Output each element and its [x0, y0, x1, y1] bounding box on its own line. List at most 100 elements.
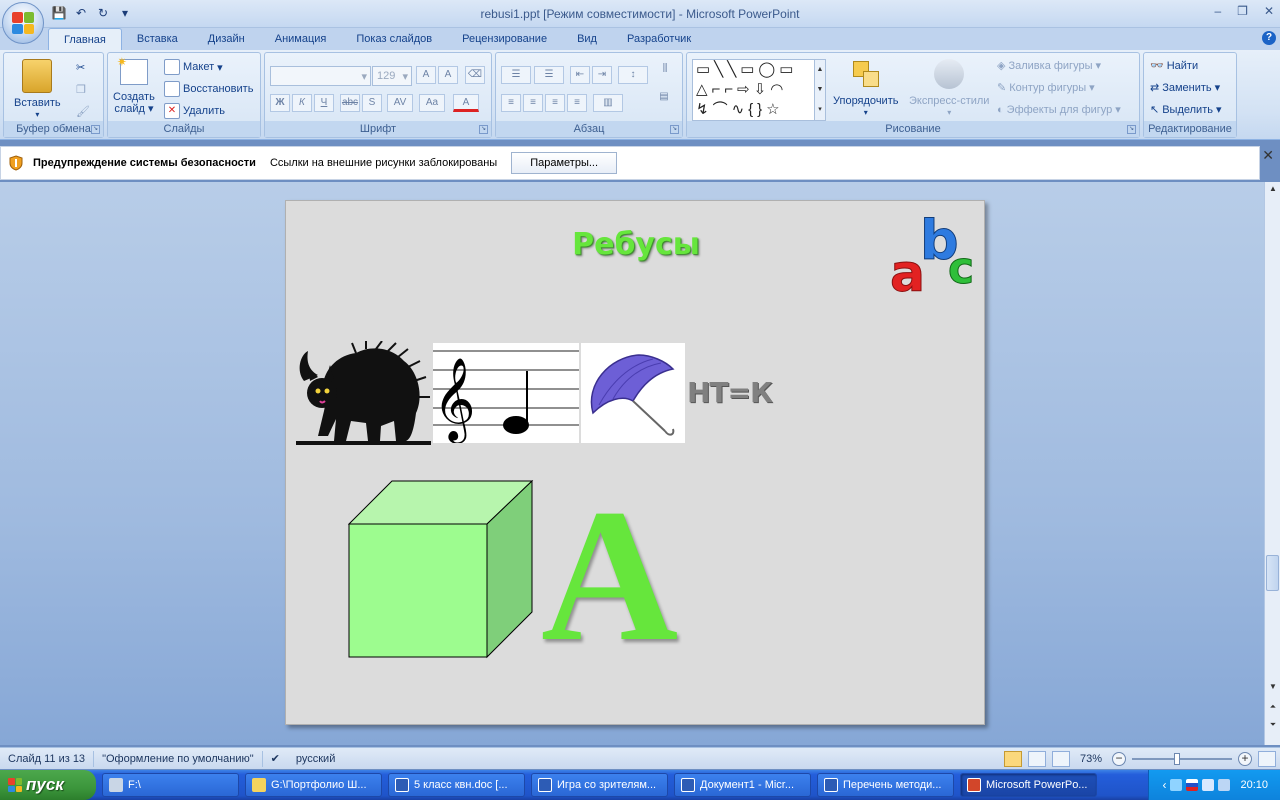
taskbar-item[interactable]: Перечень методи... [817, 773, 954, 797]
help-icon[interactable]: ? [1262, 31, 1276, 45]
cut-icon[interactable]: ✂ [76, 61, 85, 74]
format-painter-icon[interactable]: 🖌 [76, 105, 90, 118]
align-left-icon[interactable]: ≡ [501, 94, 521, 112]
bold-icon[interactable]: Ж [270, 94, 290, 112]
slideshow-view-icon[interactable] [1051, 751, 1070, 767]
underline-icon[interactable]: Ч [314, 94, 334, 112]
shrink-font-icon[interactable]: A [438, 66, 458, 84]
copy-icon[interactable]: ❐ [76, 83, 86, 96]
shape-fill-button[interactable]: ◈ Заливка фигуры ▾ [997, 59, 1101, 73]
shadow-icon[interactable]: S [362, 94, 382, 112]
abc-logo-image[interactable]: a b c [890, 201, 986, 298]
taskbar-item[interactable]: Игра со зрителям... [531, 773, 668, 797]
fit-to-window-icon[interactable] [1258, 751, 1276, 767]
align-right-icon[interactable]: ≡ [545, 94, 565, 112]
language-indicator[interactable]: русский [288, 751, 343, 767]
taskbar-item[interactable]: 5 класс квн.doc [... [388, 773, 525, 797]
zoom-level[interactable]: 73% [1080, 753, 1102, 765]
next-slide-icon[interactable]: ⏷ [1265, 720, 1280, 730]
restore-button[interactable]: ❐ [1237, 4, 1248, 18]
zoom-in-icon[interactable]: + [1238, 752, 1252, 766]
justify-icon[interactable]: ≡ [567, 94, 587, 112]
tab-insert[interactable]: Вставка [122, 28, 193, 50]
zoom-out-icon[interactable]: − [1112, 752, 1126, 766]
close-warning-icon[interactable]: ✕ [1262, 147, 1274, 164]
numbering-icon[interactable]: ☰ [534, 66, 564, 84]
umbrella-image[interactable] [581, 343, 685, 443]
font-name-field[interactable]: ▾ [270, 66, 371, 86]
taskbar-item-active[interactable]: Microsoft PowerPo... [960, 773, 1097, 797]
restore-button[interactable]: Восстановить [164, 81, 253, 97]
music-staff-image[interactable]: 𝄞 [433, 343, 579, 443]
shapes-gallery[interactable]: ▭╲╲▭◯▭ △⌐⌐⇨⇩◠ ↯⌒∿{}☆ [692, 59, 826, 121]
italic-icon[interactable]: К [292, 94, 312, 112]
slide-sorter-icon[interactable] [1027, 751, 1046, 767]
font-size-field[interactable]: 129 ▾ [372, 66, 412, 86]
tab-design[interactable]: Дизайн [193, 28, 260, 50]
tab-slideshow[interactable]: Показ слайдов [341, 28, 447, 50]
replace-button[interactable]: ⇄ Заменить ▾ [1150, 81, 1220, 95]
normal-view-icon[interactable] [1003, 751, 1022, 767]
strikethrough-icon[interactable]: abc [340, 94, 360, 112]
tab-home[interactable]: Главная [48, 28, 122, 50]
clear-format-icon[interactable]: ⌫ [465, 66, 485, 84]
shape-outline-button[interactable]: ✎ Контур фигуры ▾ [997, 81, 1095, 95]
new-slide-button[interactable]: ✷ Создать слайд ▾ [113, 56, 155, 115]
tab-view[interactable]: Вид [562, 28, 612, 50]
find-button[interactable]: 👓 Найти [1150, 59, 1198, 73]
office-button[interactable] [2, 2, 44, 44]
layout-button[interactable]: Макет ▾ [164, 59, 223, 75]
letter-a[interactable]: A [541, 481, 678, 671]
tab-animation[interactable]: Анимация [260, 28, 342, 50]
scroll-up-icon[interactable]: ▲ [1265, 184, 1280, 193]
start-button[interactable]: пуск [0, 770, 96, 800]
line-spacing-icon[interactable]: ↕ [618, 66, 648, 84]
char-spacing-icon[interactable]: AV [387, 94, 413, 112]
network-icon[interactable] [1170, 779, 1183, 791]
bullets-icon[interactable]: ☰ [501, 66, 531, 84]
taskbar-item[interactable]: F:\ [102, 773, 239, 797]
dialog-launcher-icon[interactable]: ↘ [91, 125, 100, 134]
increase-indent-icon[interactable]: ⇥ [592, 66, 612, 84]
slide-title[interactable]: Ребусы [286, 227, 986, 262]
quick-styles-button[interactable]: Экспресс-стили ▾ [909, 59, 989, 119]
change-case-icon[interactable]: Aa [419, 94, 445, 112]
columns-icon[interactable]: ▥ [593, 94, 623, 112]
dialog-launcher-icon[interactable]: ↘ [479, 125, 488, 134]
font-color-icon[interactable]: A [453, 94, 479, 112]
prev-slide-icon[interactable]: ⏶ [1265, 702, 1280, 712]
select-button[interactable]: ↖ Выделить ▾ [1150, 103, 1222, 117]
arrange-button[interactable]: Упорядочить ▾ [833, 59, 898, 119]
dialog-launcher-icon[interactable]: ↘ [1127, 125, 1136, 134]
tray-expand-icon[interactable]: ‹ [1162, 778, 1166, 792]
paste-button[interactable]: Вставить ▾ [14, 59, 61, 121]
delete-slide-button[interactable]: ✕ Удалить [164, 103, 225, 119]
zoom-slider-thumb[interactable] [1174, 753, 1180, 765]
taskbar-item[interactable]: G:\Портфолио Ш... [245, 773, 382, 797]
scroll-thumb[interactable] [1266, 555, 1279, 591]
slide-canvas[interactable]: Ребусы a b c 𝄞 НТ=К A [285, 200, 985, 725]
rebus-text[interactable]: НТ=К [687, 376, 773, 409]
options-button[interactable]: Параметры... [511, 152, 618, 174]
taskbar-item[interactable]: Документ1 - Micr... [674, 773, 811, 797]
scroll-down-icon[interactable]: ▼ [1265, 682, 1280, 691]
monitor-icon[interactable] [1218, 779, 1231, 791]
vertical-scrollbar[interactable]: ▲ ▼ ⏶ ⏷ [1264, 182, 1280, 745]
spellcheck-icon[interactable]: ✔ [263, 751, 288, 767]
volume-icon[interactable] [1202, 779, 1215, 791]
align-center-icon[interactable]: ≡ [523, 94, 543, 112]
shape-effects-button[interactable]: ◐ Эффекты для фигур ▾ [997, 103, 1121, 117]
minimize-button[interactable]: ‒ [1214, 4, 1221, 18]
decrease-indent-icon[interactable]: ⇤ [570, 66, 590, 84]
tab-review[interactable]: Рецензирование [447, 28, 562, 50]
text-direction-icon[interactable]: ⫼ [654, 61, 676, 87]
tab-developer[interactable]: Разработчик [612, 28, 706, 50]
green-cube-image[interactable] [348, 480, 534, 660]
dialog-launcher-icon[interactable]: ↘ [670, 125, 679, 134]
language-flag-icon[interactable] [1186, 779, 1199, 791]
black-cat-image[interactable] [296, 341, 431, 446]
shapes-scroll[interactable]: ▲ ▼ ▾ [814, 59, 826, 121]
close-button[interactable]: ✕ [1264, 4, 1274, 18]
grow-font-icon[interactable]: A [416, 66, 436, 84]
zoom-slider[interactable] [1132, 753, 1232, 765]
